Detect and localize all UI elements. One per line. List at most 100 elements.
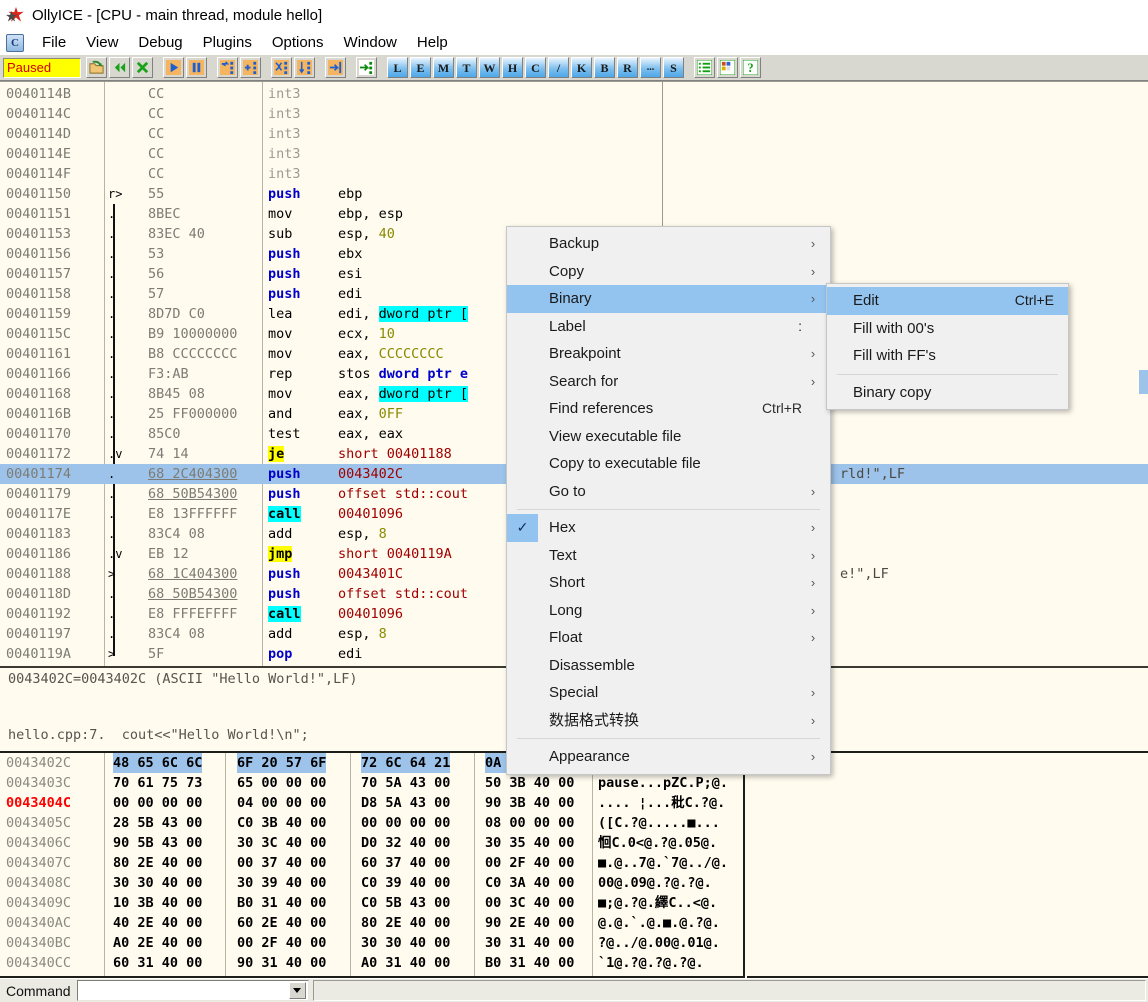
context-menu-item[interactable]: Appearance› — [507, 743, 830, 771]
toolbar-handles-button[interactable]: H — [502, 57, 523, 78]
pause-icon[interactable] — [186, 57, 207, 78]
context-menu-item[interactable]: Backup› — [507, 230, 830, 258]
hex-dump-row[interactable]: 0043404C00 00 00 0004 00 00 00D8 5A 43 0… — [0, 793, 743, 813]
context-menu-item[interactable]: Copy to executable file — [507, 450, 830, 478]
step-over-icon[interactable] — [240, 57, 261, 78]
submenu-item[interactable]: EditCtrl+E — [827, 287, 1068, 315]
context-menu-item[interactable]: Label: — [507, 313, 830, 341]
hex-dump-row[interactable]: 0043405C28 5B 43 00C0 3B 40 0000 00 00 0… — [0, 813, 743, 833]
toolbar-windows-button[interactable]: W — [479, 57, 500, 78]
menu-view[interactable]: View — [76, 32, 128, 53]
close-icon[interactable] — [132, 57, 153, 78]
instruction-bytes: 8B45 08 — [148, 384, 260, 404]
menu-options[interactable]: Options — [262, 32, 334, 53]
help-icon[interactable]: ? — [740, 57, 761, 78]
context-menu-item[interactable]: Breakpoint› — [507, 340, 830, 368]
hex-dump-pane[interactable]: 0043402C48 65 6C 6C6F 20 57 6F72 6C 64 2… — [0, 751, 745, 978]
context-menu-item[interactable]: Float› — [507, 624, 830, 652]
menu-file[interactable]: File — [32, 32, 76, 53]
system-menu-icon[interactable]: C — [6, 34, 24, 52]
instruction-bytes: 25 FF000000 — [148, 404, 260, 424]
disassembly-row[interactable]: 0040114DCCint3 — [0, 124, 1148, 144]
menu-debug[interactable]: Debug — [128, 32, 192, 53]
hex-dump-row[interactable]: 004340CC60 31 40 0090 31 40 00A0 31 40 0… — [0, 953, 743, 973]
open-icon[interactable] — [86, 57, 107, 78]
instruction-address: 00401172 — [6, 444, 102, 464]
disassembly-row[interactable]: 00401151.8BECmovebp, esp — [0, 204, 1148, 224]
command-input[interactable] — [77, 980, 309, 1001]
toolbar-log-button[interactable]: L — [387, 57, 408, 78]
binary-submenu[interactable]: EditCtrl+EFill with 00'sFill with FF's Bi… — [826, 283, 1069, 410]
disassembly-row[interactable]: 0040114FCCint3 — [0, 164, 1148, 184]
submenu-item[interactable]: Binary copy — [827, 379, 1068, 407]
context-menu-item[interactable]: Find referencesCtrl+R — [507, 395, 830, 423]
hex-dump-row[interactable]: 0043403C70 61 75 7365 00 00 0070 5A 43 0… — [0, 773, 743, 793]
menu-help[interactable]: Help — [407, 32, 458, 53]
instruction-mnemonic: int3 — [268, 104, 301, 124]
context-menu-item[interactable]: View executable file — [507, 423, 830, 451]
disassembly-row[interactable]: 0040114BCCint3 — [0, 84, 1148, 104]
hex-dump-row[interactable]: 0043407C80 2E 40 0000 37 40 0060 37 40 0… — [0, 853, 743, 873]
context-menu-item[interactable]: Long› — [507, 597, 830, 625]
hex-dump-rows: 0043402C48 65 6C 6C6F 20 57 6F72 6C 64 2… — [0, 753, 743, 973]
toolbar-cpu-button[interactable]: C — [525, 57, 546, 78]
context-menu-item[interactable]: 数据格式转换› — [507, 707, 830, 735]
hex-dump-row[interactable]: 004340AC40 2E 40 0060 2E 40 0080 2E 40 0… — [0, 913, 743, 933]
instruction-operands: edi — [338, 644, 362, 664]
run-to-cursor-icon[interactable] — [356, 57, 377, 78]
hex-dump-row[interactable]: 0043409C10 3B 40 00B0 31 40 00C0 5B 43 0… — [0, 893, 743, 913]
toolbar-threads-button[interactable]: T — [456, 57, 477, 78]
instruction-operands: edi, dword ptr [ — [338, 304, 468, 324]
disassembly-row[interactable]: 00401150r>55pushebp — [0, 184, 1148, 204]
trace-over-icon[interactable] — [294, 57, 315, 78]
run-icon[interactable] — [163, 57, 184, 78]
toolbar-source-button[interactable]: S — [663, 57, 684, 78]
context-menu-item[interactable]: Short› — [507, 569, 830, 597]
context-menu-item[interactable]: ✓Hex› — [507, 514, 830, 542]
menu-item-label: Breakpoint — [549, 340, 808, 368]
trace-into-icon[interactable] — [271, 57, 292, 78]
instruction-mnemonic: push — [268, 244, 301, 264]
context-menu-item[interactable]: Search for› — [507, 368, 830, 396]
restart-icon[interactable] — [109, 57, 130, 78]
context-menu-item[interactable]: Binary› — [507, 285, 830, 313]
step-into-icon[interactable] — [217, 57, 238, 78]
hex-dump-row[interactable]: 0043406C90 5B 43 0030 3C 40 00D0 32 40 0… — [0, 833, 743, 853]
toolbar-callstack-button[interactable]: K — [571, 57, 592, 78]
dump-byte-group: 80 2E 40 00 — [361, 913, 450, 933]
dump-byte-group: 28 5B 43 00 — [113, 813, 202, 833]
menu-window[interactable]: Window — [334, 32, 407, 53]
submenu-item[interactable]: Fill with 00's — [827, 315, 1068, 343]
instruction-mnemonic: sub — [268, 224, 292, 244]
options-list-icon[interactable] — [694, 57, 715, 78]
context-menu-item[interactable]: Go to› — [507, 478, 830, 506]
context-menu-item[interactable]: Disassemble — [507, 652, 830, 680]
toolbar-more-button[interactable]: ... — [640, 57, 661, 78]
dump-address: 0043408C — [6, 873, 106, 893]
appearance-icon[interactable] — [717, 57, 738, 78]
instruction-operands: ebx — [338, 244, 362, 264]
instruction-marker: > — [108, 564, 138, 584]
toolbar-patches-button[interactable]: / — [548, 57, 569, 78]
instruction-bytes: 83C4 08 — [148, 624, 260, 644]
context-menu-item[interactable]: Copy› — [507, 258, 830, 286]
chevron-down-icon[interactable] — [289, 982, 306, 999]
dump-byte-group: A0 31 40 00 — [361, 953, 450, 973]
dump-byte-group: C0 3B 40 00 — [237, 813, 326, 833]
toolbar-memory-button[interactable]: M — [433, 57, 454, 78]
hex-dump-row[interactable]: 0043408C30 30 40 0030 39 40 00C0 39 40 0… — [0, 873, 743, 893]
execute-till-return-icon[interactable] — [325, 57, 346, 78]
disassembly-row[interactable]: 0040114ECCint3 — [0, 144, 1148, 164]
context-menu-item[interactable]: Text› — [507, 542, 830, 570]
context-menu-item[interactable]: Special› — [507, 679, 830, 707]
toolbar-breakpoints-button[interactable]: B — [594, 57, 615, 78]
disassembly-row[interactable]: 0040114CCCint3 — [0, 104, 1148, 124]
submenu-item[interactable]: Fill with FF's — [827, 342, 1068, 370]
toolbar-executables-button[interactable]: E — [410, 57, 431, 78]
context-menu[interactable]: Backup›Copy›Binary›Label:Breakpoint›Sear… — [506, 226, 831, 775]
instruction-bytes: CC — [148, 164, 260, 184]
toolbar-references-button[interactable]: R — [617, 57, 638, 78]
instruction-address: 00401197 — [6, 624, 102, 644]
menu-plugins[interactable]: Plugins — [193, 32, 262, 53]
hex-dump-row[interactable]: 004340BCA0 2E 40 0000 2F 40 0030 30 40 0… — [0, 933, 743, 953]
